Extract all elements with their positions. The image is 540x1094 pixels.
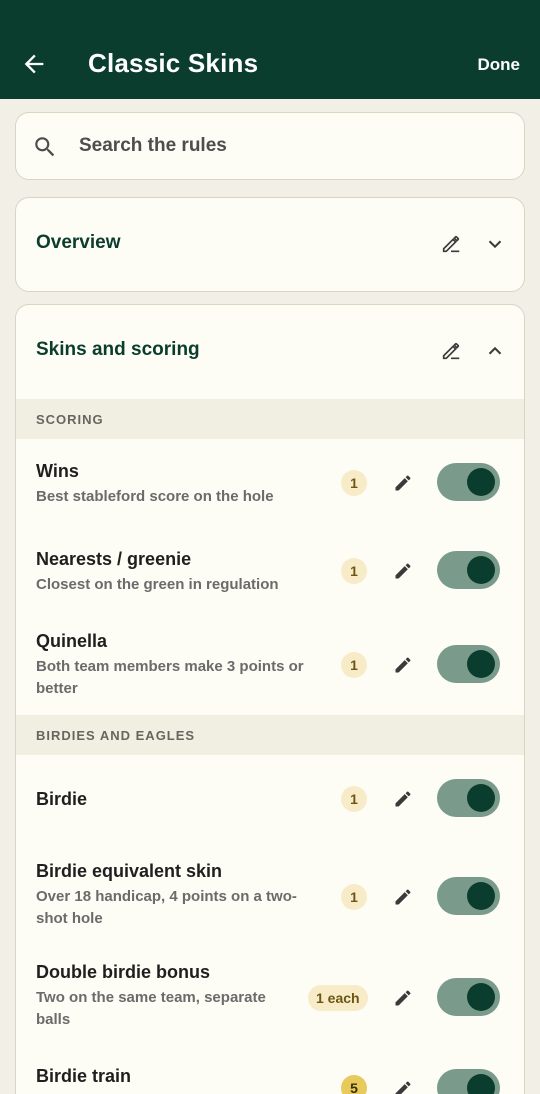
edit-section-icon[interactable] [440,233,462,255]
toggle-knob [467,468,495,496]
rule-toggle[interactable] [437,645,500,683]
section-header-birdies: BIRDIES AND EAGLES [16,715,524,755]
rule-name: Double birdie bonus [36,962,210,982]
rule-row-quinella: Quinella Both team members make 3 points… [16,611,524,715]
done-button[interactable]: Done [478,55,521,75]
edit-rule-icon[interactable] [393,561,413,581]
page-title: Classic Skins [88,48,259,78]
skin-count-badge: 1 each [308,985,368,1011]
skin-count-badge: 1 [341,558,367,584]
rule-description: Two on the same team, separate balls [36,989,266,1028]
rule-description: Over 18 handicap, 4 points on a two-shot… [36,888,297,927]
chevron-up-icon[interactable] [484,340,506,362]
overview-title: Overview [36,232,121,253]
rule-toggle[interactable] [437,463,500,501]
rule-row-birdie-train: Birdie train 5 [16,1051,524,1094]
rule-toggle[interactable] [437,779,500,817]
rule-name: Birdie train [36,1066,132,1086]
edit-rule-icon[interactable] [393,473,413,493]
skin-count-badge: 1 [341,884,367,910]
rule-toggle[interactable] [437,877,500,915]
toggle-knob [467,882,495,910]
edit-rule-icon[interactable] [393,887,413,907]
chevron-down-icon[interactable] [484,233,506,255]
rule-name: Birdie [36,789,88,809]
edit-rule-icon[interactable] [393,789,413,809]
skin-count-badge: 1 [341,786,367,812]
rule-name: Nearests / greenie [36,549,192,569]
edit-section-icon[interactable] [440,340,462,362]
skins-scoring-title: Skins and scoring [36,339,200,360]
rule-name: Birdie equivalent skin [36,861,223,881]
rule-row-nearests: Nearests / greenie Closest on the green … [16,527,524,611]
search-icon [35,137,55,157]
rule-description: Best stableford score on the hole [36,488,274,505]
rule-description: Closest on the green in regulation [36,576,279,593]
rule-toggle[interactable] [437,1069,500,1094]
toggle-knob [467,983,495,1011]
skins-scoring-header[interactable]: Skins and scoring [16,305,524,397]
rule-row-birdie: Birdie 1 [16,755,524,843]
edit-rule-icon[interactable] [393,1079,413,1094]
toggle-knob [467,650,495,678]
toggle-knob [467,1074,495,1094]
toggle-knob [467,784,495,812]
rule-name: Wins [36,461,79,481]
rule-row-birdie-equivalent: Birdie equivalent skin Over 18 handicap,… [16,843,524,947]
skins-scoring-card: Skins and scoring SCORING Wins Best stab… [15,304,525,1094]
overview-header[interactable]: Overview [16,198,524,290]
skin-count-badge: 5 [341,1075,367,1094]
edit-rule-icon[interactable] [393,988,413,1008]
skin-count-badge: 1 [341,470,367,496]
skin-count-badge: 1 [341,652,367,678]
search-placeholder: Search the rules [79,135,227,156]
overview-card[interactable]: Overview [15,197,525,292]
arrow-left-icon[interactable] [20,50,48,78]
rule-description: Both team members make 3 points or bette… [36,658,304,697]
edit-rule-icon[interactable] [393,655,413,675]
search-input[interactable]: Search the rules [15,112,525,180]
rule-row-wins: Wins Best stableford score on the hole 1 [16,439,524,527]
toggle-knob [467,556,495,584]
app-bar: Classic Skins Done [0,0,540,99]
rule-name: Quinella [36,631,108,651]
section-header-scoring: SCORING [16,399,524,439]
rule-toggle[interactable] [437,551,500,589]
rule-row-double-birdie: Double birdie bonus Two on the same team… [16,947,524,1051]
rule-toggle[interactable] [437,978,500,1016]
